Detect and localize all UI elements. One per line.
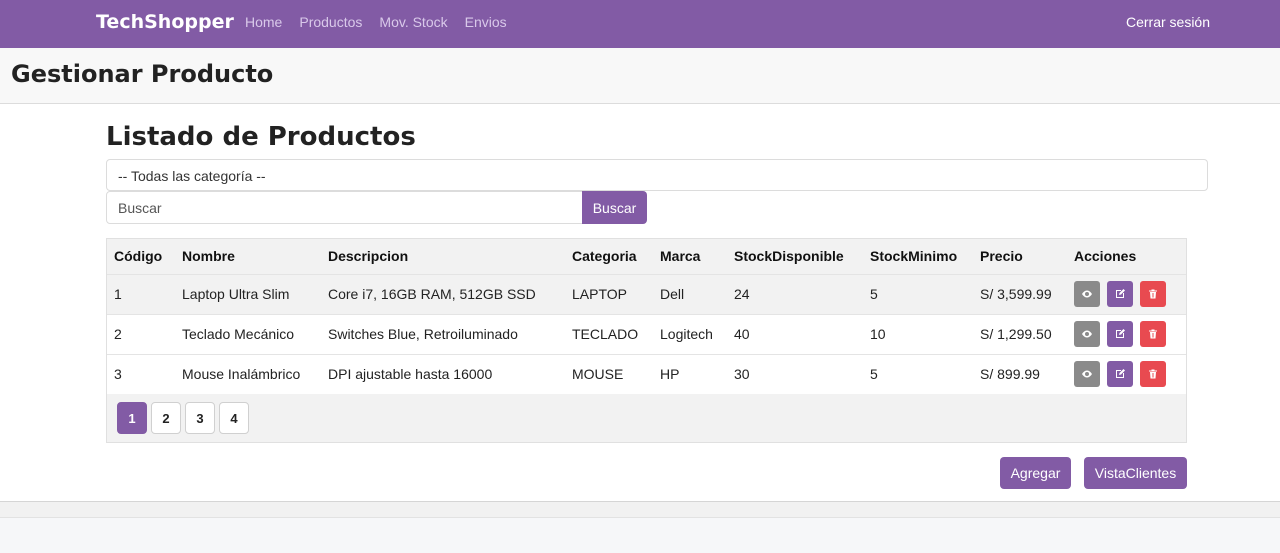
edit-button[interactable] — [1107, 321, 1133, 347]
top-navbar: TechShopper Home Productos Mov. Stock En… — [0, 0, 1280, 48]
col-header-marca: Marca — [653, 239, 727, 274]
page-button-4[interactable]: 4 — [219, 402, 249, 434]
list-title: Listado de Productos — [106, 122, 416, 152]
cell-stock-minimo: 5 — [863, 273, 973, 314]
col-header-stock-disponible: StockDisponible — [727, 239, 863, 274]
cell-categoria: TECLADO — [565, 313, 653, 354]
col-header-precio: Precio — [973, 239, 1067, 274]
col-header-nombre: Nombre — [175, 239, 321, 274]
cell-codigo: 1 — [107, 273, 175, 314]
cell-stock-disponible: 30 — [727, 353, 863, 394]
edit-icon — [1116, 289, 1125, 298]
page-title: Gestionar Producto — [11, 60, 274, 88]
col-header-descripcion: Descripcion — [321, 239, 565, 274]
cell-categoria: LAPTOP — [565, 273, 653, 314]
cell-categoria: MOUSE — [565, 353, 653, 394]
delete-button[interactable] — [1140, 281, 1166, 307]
cell-codigo: 3 — [107, 353, 175, 394]
cell-stock-disponible: 40 — [727, 313, 863, 354]
search-input[interactable] — [106, 191, 583, 224]
add-button[interactable]: Agregar — [1000, 457, 1071, 489]
nav-link-home[interactable]: Home — [245, 14, 282, 30]
view-button[interactable] — [1074, 321, 1100, 347]
page-button-2[interactable]: 2 — [151, 402, 181, 434]
trash-icon — [1149, 329, 1157, 339]
eye-icon — [1082, 370, 1092, 378]
table-row: 3 Mouse Inalámbrico DPI ajustable hasta … — [107, 353, 1186, 394]
page-header: Gestionar Producto — [0, 48, 1280, 104]
logout-link[interactable]: Cerrar sesión — [1126, 14, 1210, 30]
cell-precio: S/ 1,299.50 — [973, 313, 1067, 354]
delete-button[interactable] — [1140, 361, 1166, 388]
footer-band — [0, 502, 1280, 518]
cell-nombre: Laptop Ultra Slim — [175, 273, 321, 314]
category-select[interactable]: -- Todas las categoría -- — [106, 159, 1208, 191]
table-header-row: Código Nombre Descripcion Categoria Marc… — [107, 239, 1186, 274]
col-header-categoria: Categoria — [565, 239, 653, 274]
col-header-stock-minimo: StockMinimo — [863, 239, 973, 274]
eye-icon — [1082, 290, 1092, 298]
cell-marca: Logitech — [653, 313, 727, 354]
nav-link-mov-stock[interactable]: Mov. Stock — [379, 14, 447, 30]
cell-acciones — [1067, 353, 1186, 394]
edit-button[interactable] — [1107, 281, 1133, 307]
view-button[interactable] — [1074, 361, 1100, 388]
cell-descripcion: DPI ajustable hasta 16000 — [321, 353, 565, 394]
cell-nombre: Teclado Mecánico — [175, 313, 321, 354]
trash-icon — [1149, 289, 1157, 299]
cell-marca: HP — [653, 353, 727, 394]
products-table: Código Nombre Descripcion Categoria Marc… — [107, 239, 1186, 394]
edit-icon — [1116, 329, 1125, 338]
eye-icon — [1082, 330, 1092, 338]
cell-acciones — [1067, 273, 1186, 314]
edit-button[interactable] — [1107, 361, 1133, 388]
edit-icon — [1116, 369, 1125, 379]
cell-descripcion: Switches Blue, Retroiluminado — [321, 313, 565, 354]
main-content: Listado de Productos -- Todas las catego… — [0, 104, 1280, 502]
col-header-acciones: Acciones — [1067, 239, 1186, 274]
brand-logo[interactable]: TechShopper — [96, 11, 234, 33]
page-button-1[interactable]: 1 — [117, 402, 147, 434]
view-button[interactable] — [1074, 281, 1100, 307]
cell-marca: Dell — [653, 273, 727, 314]
cell-descripcion: Core i7, 16GB RAM, 512GB SSD — [321, 273, 565, 314]
col-header-codigo: Código — [107, 239, 175, 274]
cell-stock-disponible: 24 — [727, 273, 863, 314]
nav-link-envios[interactable]: Envios — [465, 14, 507, 30]
table-row: 2 Teclado Mecánico Switches Blue, Retroi… — [107, 313, 1186, 354]
delete-button[interactable] — [1140, 321, 1166, 347]
cell-stock-minimo: 10 — [863, 313, 973, 354]
nav-link-productos[interactable]: Productos — [299, 14, 362, 30]
pagination: 1 2 3 4 — [117, 402, 249, 434]
search-button[interactable]: Buscar — [582, 191, 647, 224]
trash-icon — [1149, 369, 1157, 379]
cell-nombre: Mouse Inalámbrico — [175, 353, 321, 394]
cell-codigo: 2 — [107, 313, 175, 354]
cell-precio: S/ 3,599.99 — [973, 273, 1067, 314]
cell-stock-minimo: 5 — [863, 353, 973, 394]
cell-precio: S/ 899.99 — [973, 353, 1067, 394]
products-table-container: Código Nombre Descripcion Categoria Marc… — [106, 238, 1187, 443]
nav-links: Home Productos Mov. Stock Envios — [245, 14, 507, 30]
clients-view-button[interactable]: VistaClientes — [1084, 457, 1187, 489]
table-row: 1 Laptop Ultra Slim Core i7, 16GB RAM, 5… — [107, 273, 1186, 314]
page-button-3[interactable]: 3 — [185, 402, 215, 434]
cell-acciones — [1067, 313, 1186, 354]
